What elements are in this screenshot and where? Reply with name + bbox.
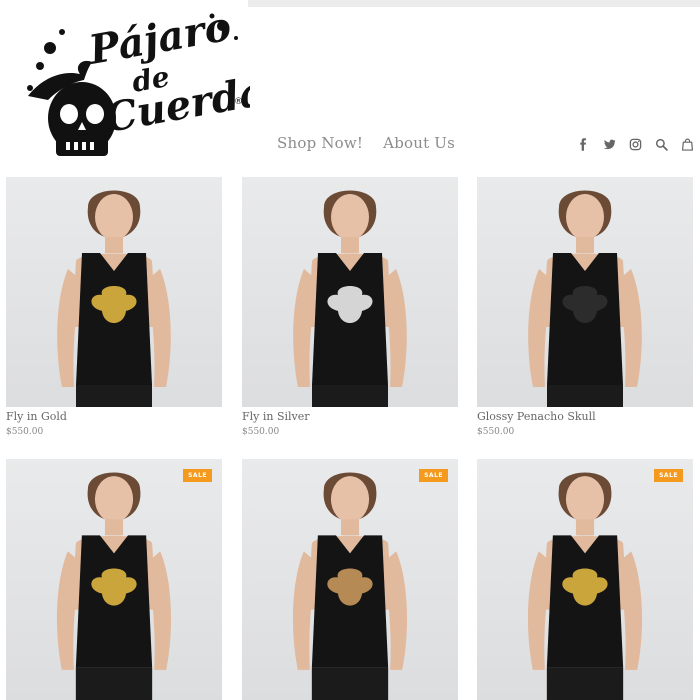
logo-registered-mark: ®	[234, 97, 243, 107]
product-card[interactable]: SALE	[477, 459, 693, 700]
nav-about-us[interactable]: About Us	[383, 134, 455, 152]
model-illustration	[292, 472, 408, 700]
twitter-icon[interactable]	[602, 137, 616, 151]
product-card[interactable]: Fly in Silver $550.00	[242, 177, 458, 437]
cart-icon[interactable]	[680, 137, 694, 151]
brand-logo[interactable]: Pájaro de Cuerda ®	[22, 3, 269, 160]
product-price: $550.00	[242, 427, 280, 437]
model-illustration	[293, 190, 407, 407]
product-photo[interactable]	[477, 177, 693, 407]
search-icon[interactable]	[654, 137, 668, 151]
sale-badge: SALE	[654, 469, 683, 482]
product-name[interactable]: Glossy Penacho Skull	[477, 410, 693, 423]
model-illustration	[527, 472, 643, 700]
product-photo[interactable]: SALE	[477, 459, 693, 700]
product-photo[interactable]: SALE	[242, 459, 458, 700]
product-card[interactable]: SALE	[6, 459, 222, 700]
nav-shop-now[interactable]: Shop Now!	[277, 134, 363, 152]
facebook-icon[interactable]	[576, 137, 590, 151]
product-card[interactable]: SALE	[242, 459, 458, 700]
product-photo[interactable]	[6, 177, 222, 407]
product-price: $550.00	[477, 427, 515, 437]
sale-badge: SALE	[419, 469, 448, 482]
product-card[interactable]: Fly in Gold $550.00	[6, 177, 222, 437]
model-illustration	[528, 190, 642, 407]
product-price: $550.00	[6, 427, 44, 437]
product-card[interactable]: Glossy Penacho Skull $550.00	[477, 177, 693, 437]
product-name[interactable]: Fly in Silver	[242, 410, 458, 423]
instagram-icon[interactable]	[628, 137, 642, 151]
product-name[interactable]: Fly in Gold	[6, 410, 222, 423]
header-icons	[576, 137, 694, 151]
product-photo[interactable]	[242, 177, 458, 407]
logo-line-3: Cuerda	[102, 68, 250, 142]
main-nav: Shop Now! About Us	[277, 134, 455, 152]
sale-badge: SALE	[183, 469, 212, 482]
header-top-strip	[248, 0, 700, 7]
product-photo[interactable]: SALE	[6, 459, 222, 700]
model-illustration	[57, 190, 171, 407]
model-illustration	[56, 472, 172, 700]
